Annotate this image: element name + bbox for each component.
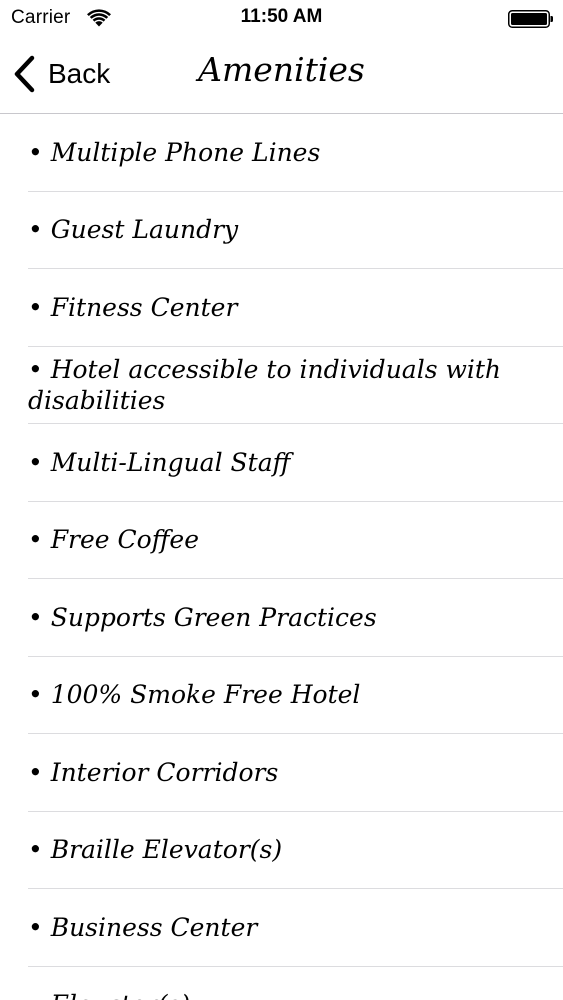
amenity-label: • Braille Elevator(s) [28,835,283,865]
list-item[interactable]: • Elevator(s) [28,967,563,1000]
amenity-list: • Multiple Phone Lines • Guest Laundry •… [0,114,563,1000]
amenity-label: • Elevator(s) [28,989,230,1000]
list-item[interactable]: • Multi-Lingual Staff [28,424,563,502]
list-item[interactable]: • Guest Laundry [28,192,563,269]
amenity-label: • Guest Laundry [28,215,239,245]
navigation-bar: Back Amenities [0,36,563,114]
status-bar: Carrier 11:50 AM [0,0,563,36]
list-item[interactable]: • 100% Smoke Free Hotel [28,657,563,734]
amenity-label: • Multiple Phone Lines [28,137,321,167]
list-item[interactable]: • Supports Green Practices [28,579,563,657]
list-item[interactable]: • Hotel accessible to individuals with d… [28,347,563,424]
list-item[interactable]: • Interior Corridors [28,734,563,812]
list-item[interactable]: • Business Center [28,889,563,967]
amenity-label: • Hotel accessible to individuals with d… [28,354,502,415]
amenities-screen: Carrier 11:50 AM Back Amenities • Multip… [0,0,563,1000]
list-item[interactable]: • Fitness Center [28,269,563,347]
list-item[interactable]: • Multiple Phone Lines [28,114,563,192]
amenity-label: • Fitness Center [28,292,238,322]
list-item[interactable]: • Free Coffee [28,502,563,579]
status-time: 11:50 AM [240,6,323,27]
amenity-label: • Multi-Lingual Staff [28,447,291,477]
amenity-label: • Free Coffee [28,525,200,555]
battery-icon [508,10,553,28]
amenity-label: • Supports Green Practices [28,602,377,632]
amenity-label: • Interior Corridors [28,757,279,787]
page-title: Amenities [198,50,365,89]
amenity-label: • Business Center [28,912,258,942]
list-item[interactable]: • Braille Elevator(s) [28,812,563,889]
amenity-label: • 100% Smoke Free Hotel [28,680,361,710]
